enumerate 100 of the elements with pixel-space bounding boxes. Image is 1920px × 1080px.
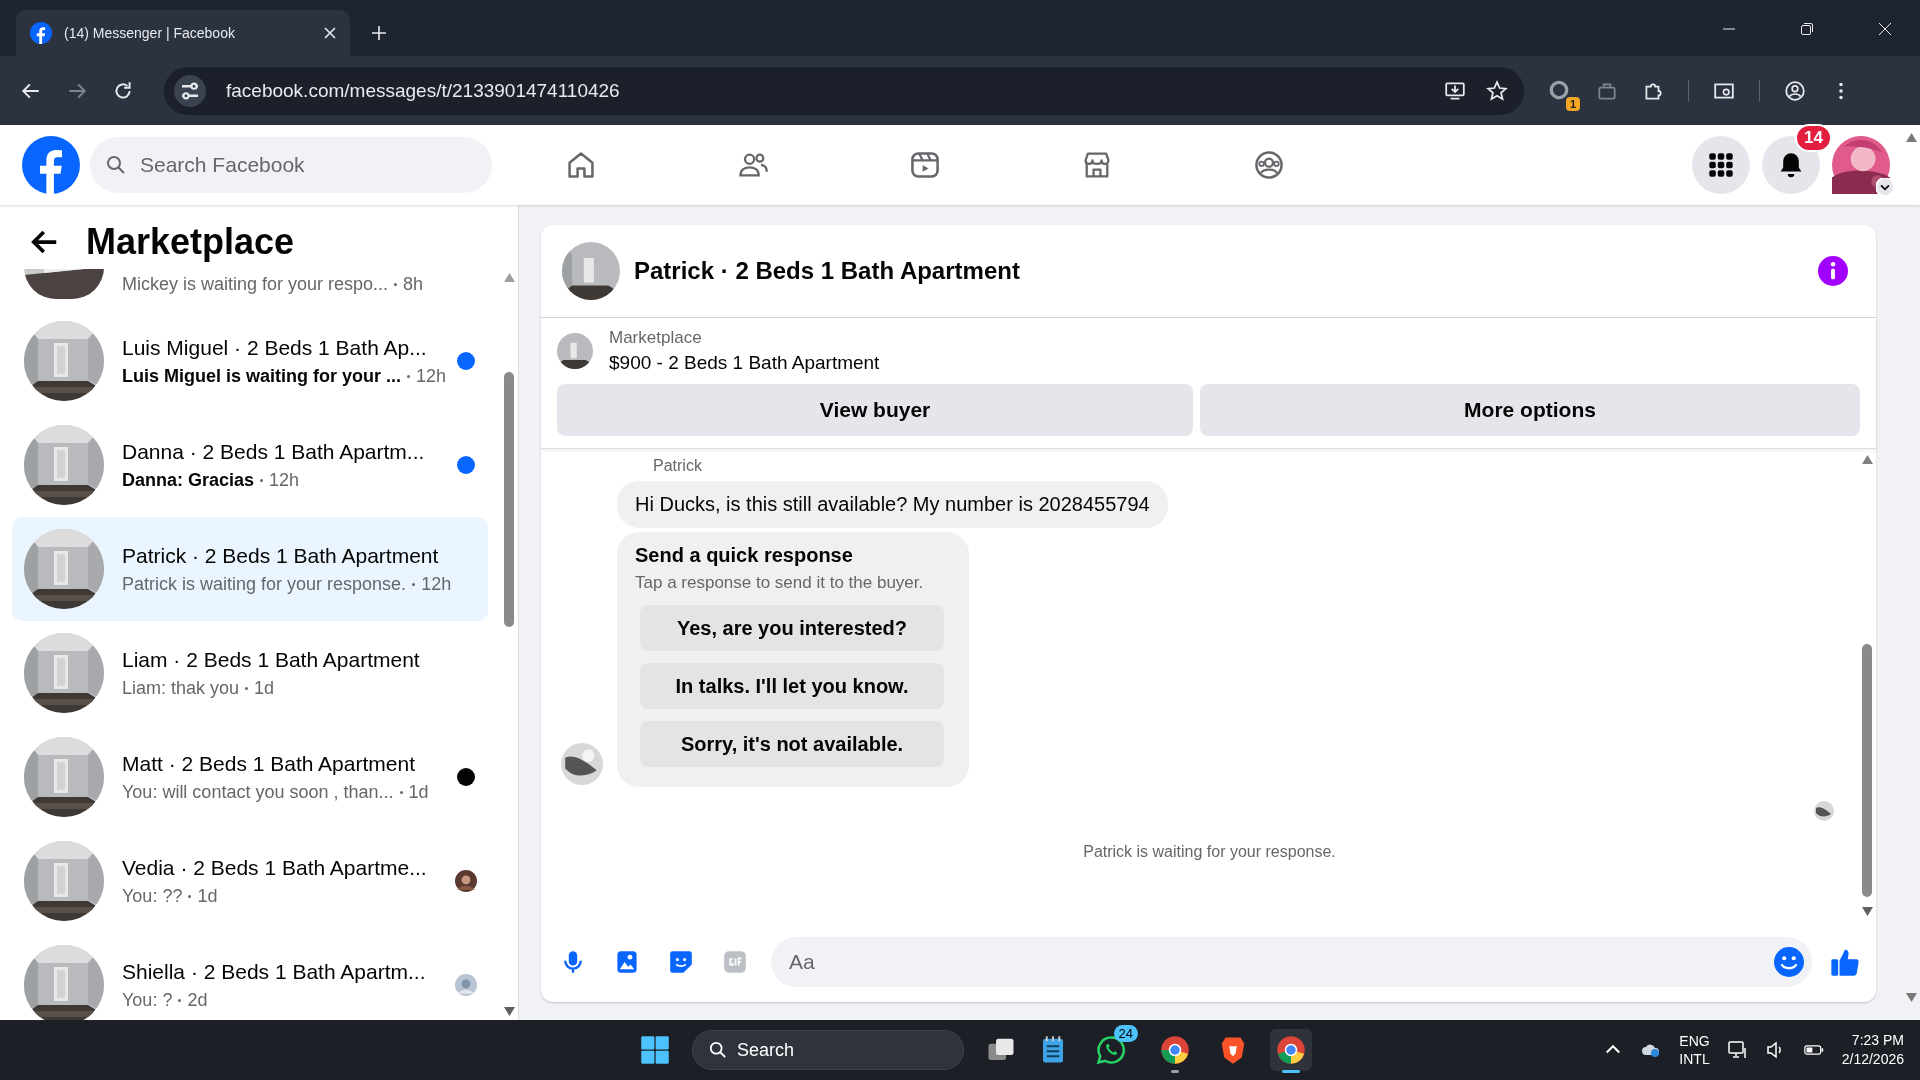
conversation-title: Luis Miguel · 2 Beds 1 Bath Ap... [122, 335, 428, 360]
separator-dot [399, 790, 403, 794]
emoji-icon[interactable] [1774, 947, 1804, 977]
time-text: 7:23 PM [1851, 1031, 1904, 1050]
conversation-item[interactable]: Danna · 2 Beds 1 Bath Apartm... Danna: Gracias 12h [12, 413, 488, 517]
sticker-icon[interactable] [669, 950, 693, 974]
scroll-down-icon[interactable] [1905, 993, 1917, 1002]
timestamp: 2d [187, 989, 208, 1011]
timestamp: 12h [421, 573, 452, 595]
separator-dot [412, 582, 416, 586]
search-label: Search [737, 1039, 795, 1061]
image-icon[interactable] [615, 950, 639, 974]
conversation-item[interactable]: Patrick · 2 Beds 1 Bath Apartment Patrick is waiting for your response. 12h [12, 517, 488, 621]
quick-response-title: Send a quick response [635, 544, 854, 567]
timestamp: 1d [254, 677, 275, 699]
profile-icon[interactable] [1784, 79, 1806, 102]
timestamp: 8h [403, 273, 424, 295]
quick-reply-button[interactable]: Sorry, it's not available. [640, 721, 944, 767]
search-field[interactable]: Search Facebook [90, 137, 492, 193]
close-icon[interactable] [1878, 22, 1892, 36]
language-code: ENG [1679, 1032, 1710, 1050]
running-indicator [1171, 1070, 1179, 1073]
facebook-logo-icon [30, 22, 52, 44]
conversation-title: Shiella · 2 Beds 1 Bath Apartm... [122, 959, 427, 984]
facebook-logo-icon[interactable] [22, 136, 80, 194]
separator-dot [407, 374, 411, 378]
info-icon[interactable] [1818, 256, 1848, 286]
chrome-icon [1276, 1035, 1306, 1065]
quick-reply-button[interactable]: In talks. I'll let you know. [640, 663, 944, 709]
home-icon[interactable] [565, 149, 597, 181]
language-indicator[interactable]: ENG INTL [1679, 1032, 1710, 1068]
extension-badge: 1 [1565, 96, 1580, 111]
new-tab-icon[interactable] [372, 26, 386, 40]
conversation-title: Danna · 2 Beds 1 Bath Apartm... [122, 439, 426, 464]
bell-icon [1778, 152, 1804, 178]
groups-icon[interactable] [1253, 149, 1285, 181]
conversation-item[interactable]: Vedia · 2 Beds 1 Bath Apartme... You: ?? 1d [12, 829, 488, 933]
separator-dot [188, 894, 192, 898]
page-title: Marketplace [86, 221, 295, 263]
active-app-button[interactable] [1270, 1029, 1312, 1071]
video-icon[interactable] [909, 149, 941, 181]
store-icon[interactable] [1081, 149, 1113, 181]
action-button[interactable]: More options [1200, 384, 1860, 436]
sender-name: Patrick [653, 457, 703, 475]
search-icon [709, 1041, 727, 1059]
windows-start-icon[interactable] [640, 1035, 670, 1065]
status-text: Patrick is waiting for your response. [1083, 843, 1336, 861]
quick-response-subtitle: Tap a response to send it to the buyer. [635, 573, 925, 593]
conversation-item[interactable]: Mickey is waiting for your respo... 8h [12, 269, 488, 299]
notification-badge: 24 [1113, 1025, 1138, 1042]
chat-title: Patrick · 2 Beds 1 Bath Apartment [634, 257, 1020, 285]
scroll-up-icon[interactable] [1905, 133, 1917, 142]
timestamp: 1d [408, 781, 429, 803]
conversation-title: Vedia · 2 Beds 1 Bath Apartme... [122, 855, 428, 880]
conversation-item[interactable]: Luis Miguel · 2 Beds 1 Bath Ap... Luis Miguel is waiting for your ... 12h [12, 309, 488, 413]
scrollbar-thumb[interactable] [504, 372, 514, 627]
scroll-down-icon[interactable] [1861, 907, 1873, 916]
network-icon[interactable] [1727, 1040, 1748, 1060]
search-input[interactable]: Search Facebook [138, 152, 442, 178]
chrome-icon[interactable] [1160, 1035, 1190, 1065]
timestamp: 12h [269, 469, 300, 491]
message-input[interactable]: Aa [771, 937, 1812, 987]
notification-badge: 14 [1795, 124, 1832, 152]
clock[interactable]: 7:23 PM 2/12/2026 [1841, 1031, 1904, 1069]
browser-tab[interactable]: (14) Messenger | Facebook [16, 10, 350, 56]
timestamp: 12h [416, 365, 447, 387]
star-icon[interactable] [1486, 79, 1508, 102]
scroll-up-icon[interactable] [503, 273, 515, 282]
install-icon[interactable] [1444, 79, 1466, 102]
address-bar[interactable]: facebook.com/messages/t/2133901474110426 [164, 66, 1524, 115]
message-preview: You: ?? [122, 885, 183, 907]
conversation-title: Matt · 2 Beds 1 Bath Apartment [122, 751, 416, 776]
conversation-item[interactable]: Matt · 2 Beds 1 Bath Apartment You: will contact you soon , than... 1d [12, 725, 488, 829]
separator-dot [394, 282, 398, 286]
action-button[interactable]: View buyer [557, 384, 1193, 436]
thumbs-up-icon[interactable] [1830, 947, 1860, 977]
listing-name: $900 - 2 Beds 1 Bath Apartment [609, 352, 880, 374]
close-icon[interactable] [324, 27, 336, 39]
chevron-icon[interactable] [1876, 178, 1894, 196]
tab-title: (14) Messenger | Facebook [64, 25, 236, 41]
keyboard-layout: INTL [1679, 1050, 1710, 1068]
conversation-title: Patrick · 2 Beds 1 Bath Apartment [122, 543, 440, 568]
scrollbar-thumb[interactable] [1862, 644, 1872, 897]
message-preview: Luis Miguel is waiting for your ... [122, 365, 402, 387]
message-bubble: Hi Ducks, is this still available? My number is 2028455794 [617, 481, 1168, 528]
message-preview: You: will contact you soon , than... [122, 781, 394, 803]
scroll-down-icon[interactable] [503, 1007, 515, 1016]
quick-reply-button[interactable]: Yes, are you interested? [640, 605, 944, 651]
conversation-item[interactable]: Liam · 2 Beds 1 Bath Apartment Liam: thak you 1d [12, 621, 488, 725]
message-preview: Patrick is waiting for your response. [122, 573, 407, 595]
scroll-up-icon[interactable] [1861, 455, 1873, 464]
microphone-icon[interactable] [561, 950, 585, 974]
reload-icon[interactable] [112, 79, 134, 102]
grid-icon [1708, 152, 1734, 178]
message-text-input[interactable]: Aa [787, 949, 1774, 975]
site-settings-icon[interactable] [174, 74, 206, 107]
separator-dot [245, 686, 249, 690]
taskbar-search[interactable]: Search [692, 1030, 964, 1070]
search-icon [106, 155, 126, 175]
restore-icon[interactable] [1800, 22, 1814, 36]
